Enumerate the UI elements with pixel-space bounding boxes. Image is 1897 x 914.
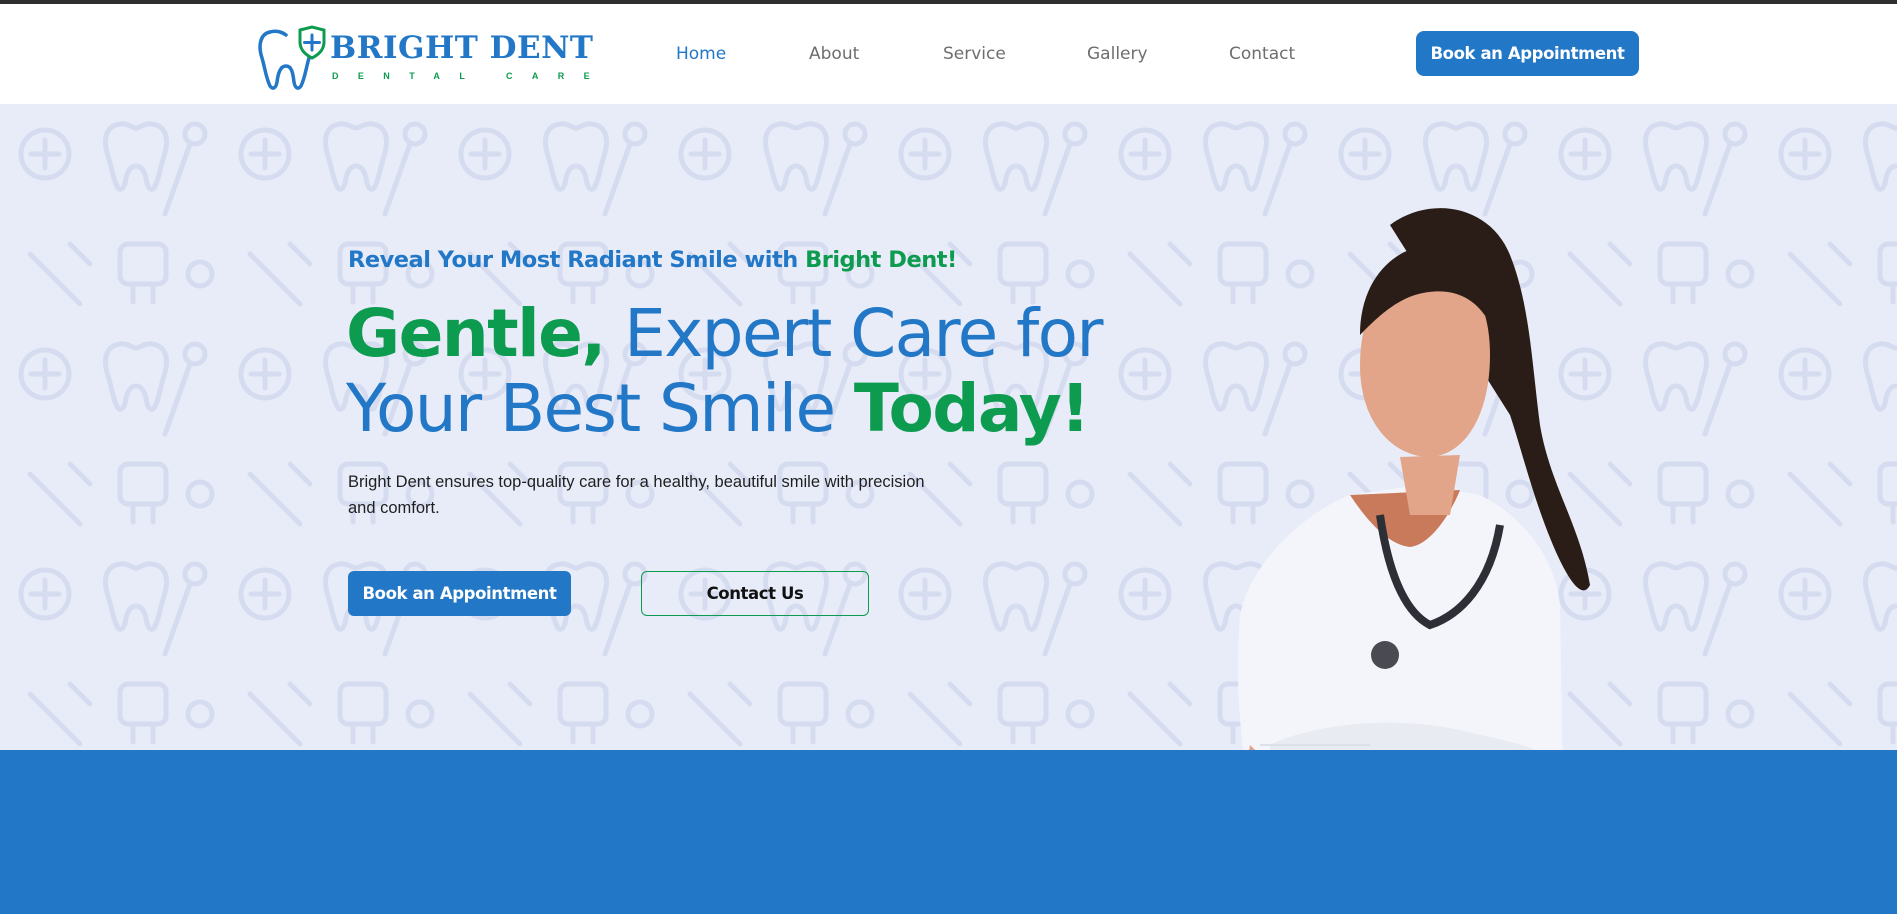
logo-subtitle: DENTAL CARE bbox=[332, 71, 610, 81]
headline-today: Today! bbox=[853, 370, 1090, 447]
headline-gentle: Gentle, bbox=[346, 295, 606, 372]
doctor-photo bbox=[1238, 208, 1590, 750]
nav-contact[interactable]: Contact bbox=[1229, 44, 1295, 64]
headline-expert-care: Expert Care for bbox=[604, 295, 1103, 372]
nav-service[interactable]: Service bbox=[943, 44, 1006, 64]
hero-tagline-text: Reveal Your Most Radiant Smile with bbox=[348, 247, 806, 273]
blue-band-section bbox=[0, 750, 1897, 914]
hero-contact-us-button[interactable]: Contact Us bbox=[641, 571, 869, 616]
site-header: BRIGHT DENT DENTAL CARE Home About Servi… bbox=[0, 4, 1897, 104]
hero-description: Bright Dent ensures top-quality care for… bbox=[348, 473, 925, 517]
header-book-appointment-button[interactable]: Book an Appointment bbox=[1416, 31, 1639, 76]
hero-tagline-brand: Bright Dent! bbox=[805, 247, 957, 273]
hero-book-appointment-button[interactable]: Book an Appointment bbox=[348, 571, 571, 616]
hero-tagline: Reveal Your Most Radiant Smile with Brig… bbox=[348, 247, 957, 273]
nav-home[interactable]: Home bbox=[676, 44, 726, 64]
nav-gallery[interactable]: Gallery bbox=[1087, 44, 1148, 64]
nav-about[interactable]: About bbox=[809, 44, 859, 64]
headline-best-smile: Your Best Smile bbox=[346, 370, 854, 447]
hero-headline: Gentle, Expert Care for Your Best Smile … bbox=[346, 295, 1104, 447]
